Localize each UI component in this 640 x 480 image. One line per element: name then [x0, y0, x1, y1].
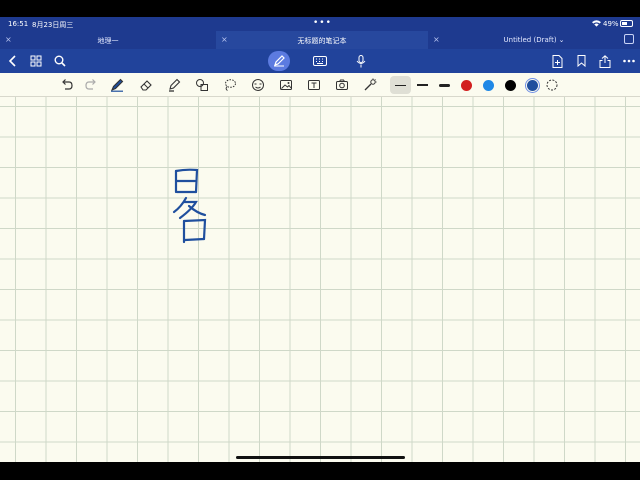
- tab-label: 地理一: [97, 37, 119, 45]
- status-bar: 16:51 8月23日周三 ••• 49%: [0, 17, 640, 31]
- tab-label: 无标题的笔记本: [297, 37, 347, 45]
- color-swatch-red[interactable]: [461, 80, 472, 91]
- tools-bar: [0, 73, 640, 97]
- tab-untitled-draft[interactable]: × Untitled (Draft) ⌄: [428, 31, 640, 49]
- color-swatch-dark-blue[interactable]: [527, 80, 538, 91]
- highlighter-icon[interactable]: [165, 76, 183, 94]
- more-icon[interactable]: [621, 53, 637, 69]
- notebook-canvas[interactable]: [0, 97, 640, 462]
- redo-icon[interactable]: [82, 76, 100, 94]
- battery-percentage: 49%: [603, 20, 619, 28]
- add-page-icon[interactable]: [549, 53, 565, 69]
- wifi-icon: [592, 20, 601, 27]
- tab-label: Untitled (Draft): [503, 36, 557, 44]
- navigation-bar: [0, 49, 640, 73]
- image-icon[interactable]: [277, 76, 295, 94]
- home-indicator[interactable]: [236, 456, 405, 459]
- color-picker-icon[interactable]: [543, 76, 561, 94]
- stroke-width-thin[interactable]: [395, 85, 406, 86]
- keyboard-icon[interactable]: [312, 53, 328, 69]
- multitasking-dots-icon[interactable]: •••: [313, 18, 332, 28]
- sticker-icon[interactable]: [249, 76, 267, 94]
- search-icon[interactable]: [52, 53, 68, 69]
- status-date: 8月23日周三: [32, 21, 74, 29]
- handwriting-strokes: [172, 168, 207, 244]
- share-icon[interactable]: [597, 53, 613, 69]
- lasso-icon[interactable]: [221, 76, 239, 94]
- pen-mode-button[interactable]: [268, 51, 290, 71]
- color-swatch-black[interactable]: [505, 80, 516, 91]
- undo-icon[interactable]: [58, 76, 76, 94]
- chevron-down-icon[interactable]: ⌄: [559, 36, 565, 44]
- eraser-icon[interactable]: [137, 76, 155, 94]
- stroke-width-thick[interactable]: [439, 84, 450, 87]
- tab-bar: × 地理一 × 无标题的笔记本 × Untitled (Draft) ⌄: [0, 31, 640, 49]
- shapes-icon[interactable]: [193, 76, 211, 94]
- tab-untitled-notebook[interactable]: × 无标题的笔记本: [216, 31, 428, 49]
- grid-icon[interactable]: [28, 53, 44, 69]
- microphone-icon[interactable]: [353, 53, 369, 69]
- bookmark-icon[interactable]: [573, 53, 589, 69]
- status-time: 16:51: [8, 20, 29, 28]
- app-window: 16:51 8月23日周三 ••• 49% × 地理一 × 无标题的笔记本 × …: [0, 17, 640, 462]
- laser-pointer-icon[interactable]: [361, 76, 379, 94]
- color-swatch-blue[interactable]: [483, 80, 494, 91]
- pen-icon: [274, 55, 285, 67]
- tab-overview-icon[interactable]: [624, 34, 634, 44]
- pen-tool-icon[interactable]: [108, 76, 126, 94]
- camera-icon[interactable]: [333, 76, 351, 94]
- stroke-width-medium[interactable]: [417, 84, 428, 86]
- tab-geography[interactable]: × 地理一: [0, 31, 216, 49]
- chevron-left-icon[interactable]: [5, 53, 21, 69]
- text-icon[interactable]: [305, 76, 323, 94]
- battery-icon: [620, 20, 633, 27]
